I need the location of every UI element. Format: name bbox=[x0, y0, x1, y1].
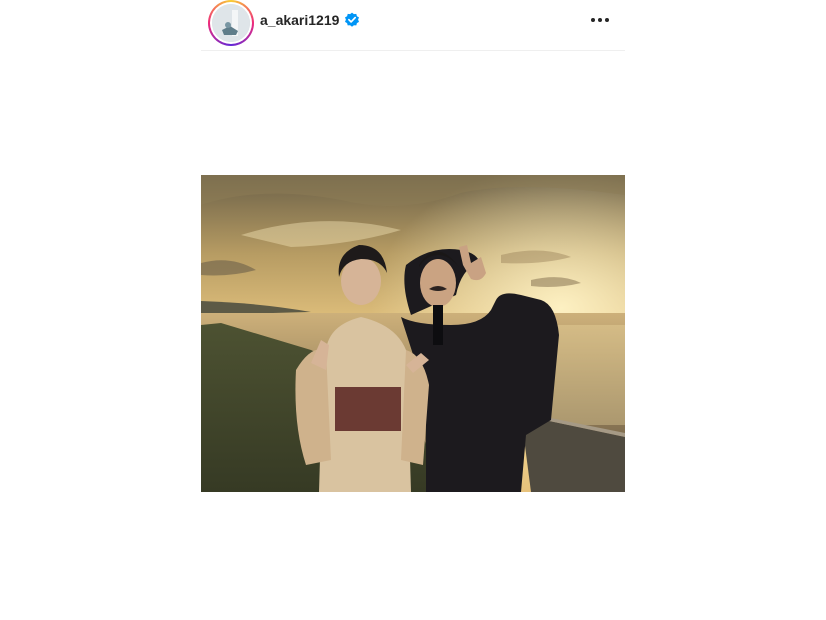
photo-image bbox=[201, 175, 625, 492]
instagram-post: a_akari1219 bbox=[201, 0, 625, 620]
story-ring[interactable] bbox=[208, 0, 254, 46]
avatar-image bbox=[212, 4, 250, 42]
avatar bbox=[212, 4, 250, 42]
avatar-gap bbox=[210, 2, 252, 44]
more-options-icon[interactable] bbox=[587, 10, 613, 30]
verified-badge-icon bbox=[344, 12, 360, 28]
post-header: a_akari1219 bbox=[201, 0, 625, 51]
username[interactable]: a_akari1219 bbox=[260, 12, 339, 28]
post-photo[interactable] bbox=[201, 175, 625, 492]
